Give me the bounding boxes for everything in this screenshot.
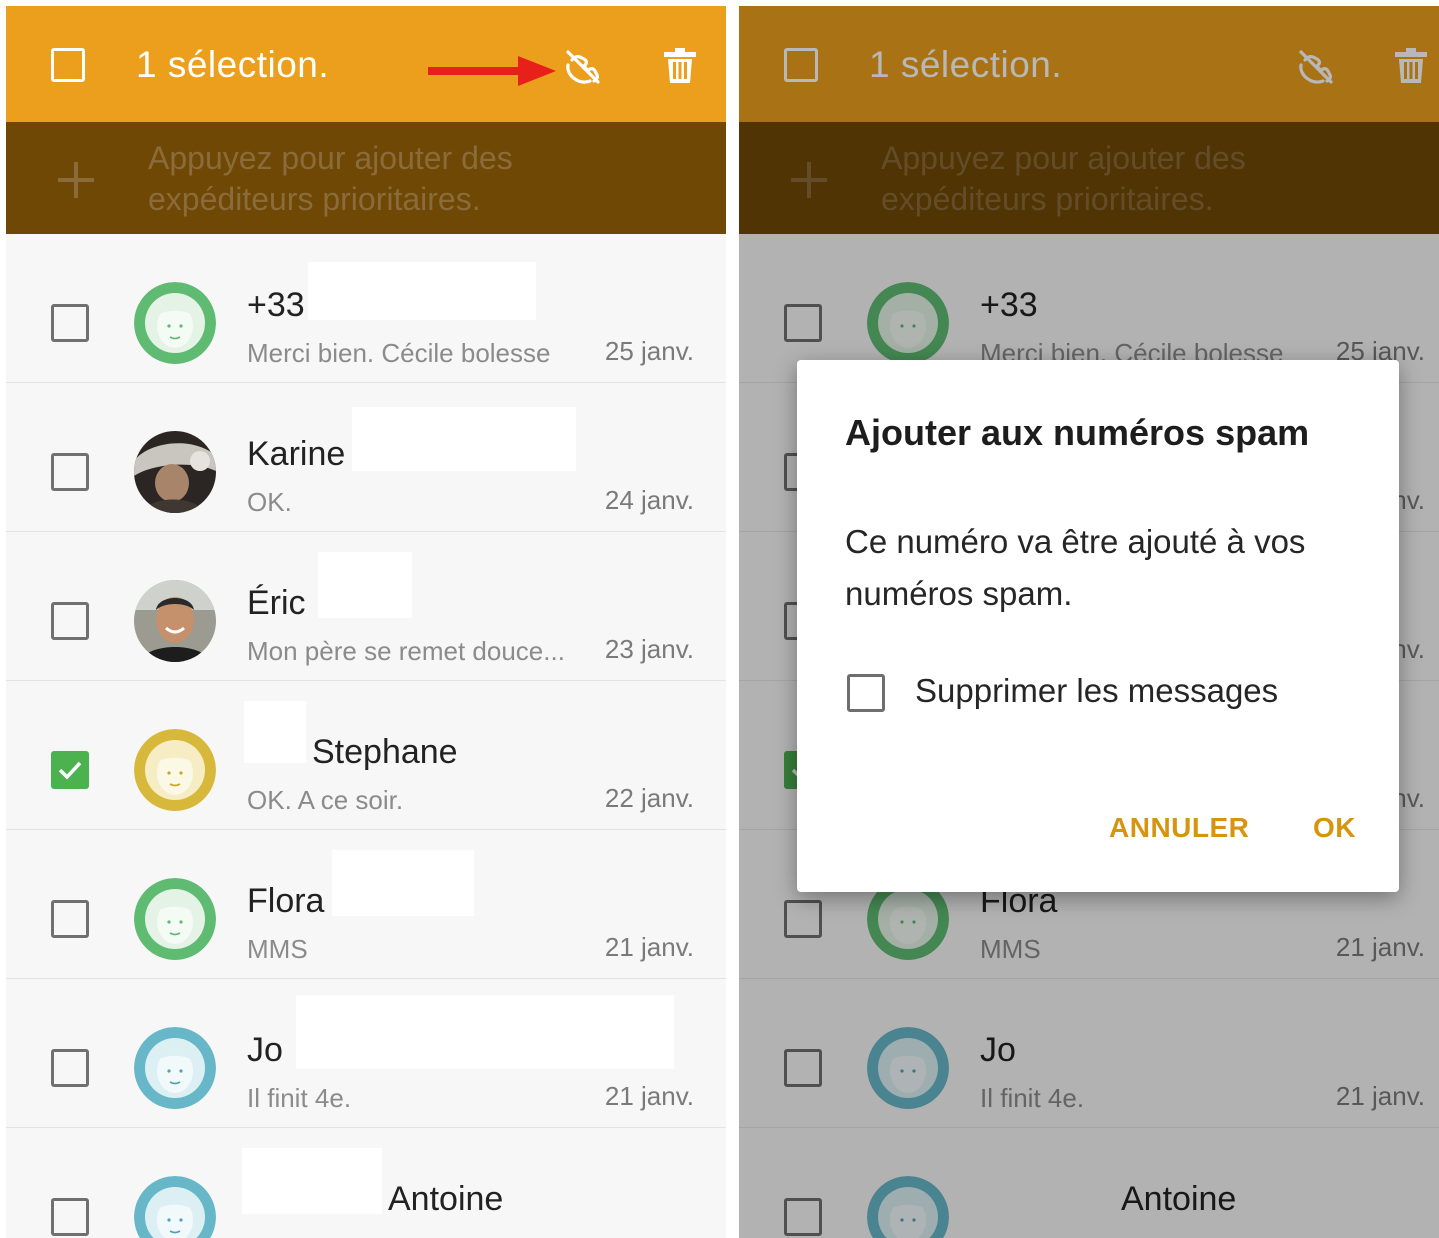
row-checkbox[interactable] [51,304,89,342]
redaction-box [318,552,412,618]
cancel-button[interactable]: ANNULER [1109,812,1249,844]
message-date: 21 janv. [604,932,694,962]
row-checkbox[interactable] [51,1198,89,1236]
trash-icon[interactable] [660,46,700,86]
row-checkbox[interactable] [51,453,89,491]
row-checkbox[interactable] [51,900,89,938]
dialog-title: Ajouter aux numéros spam [845,412,1310,453]
delete-messages-checkbox[interactable] [847,674,885,712]
redaction-box [332,850,474,916]
selection-count: 1 sélection. [136,44,330,85]
conversation-row-selected[interactable]: Stephane OK. A ce soir. 22 janv. [6,681,726,830]
conversation-row[interactable]: Antoine [6,1128,726,1238]
messages-panel-spam-dialog: 1 sélection. Appuyez pour ajouter des ex… [739,6,1439,1238]
message-preview: MMS [247,934,308,964]
message-date: 24 janv. [604,485,694,515]
message-date: 22 janv. [604,783,694,813]
redaction-box [352,407,576,471]
contact-name: Karine [247,435,346,473]
priority-senders-bar[interactable]: Appuyez pour ajouter des expéditeurs pri… [6,122,726,234]
redaction-box [242,1148,382,1214]
conversation-row[interactable]: Éric Mon père se remet douce... 23 janv. [6,532,726,681]
row-checkbox[interactable] [51,602,89,640]
green-contact-icon [134,282,216,364]
blue-contact-icon [134,1027,216,1109]
ok-button[interactable]: OK [1313,812,1356,844]
priority-senders-hint: Appuyez pour ajouter des expéditeurs pri… [148,140,513,217]
photo-avatar [134,580,216,662]
message-date: 23 janv. [604,634,694,664]
spam-dialog: Ajouter aux numéros spam Ce numéro va êt… [797,360,1399,892]
redaction-box [244,701,306,763]
contact-name: Antoine [388,1180,504,1218]
message-preview: OK. [247,487,292,517]
checkmark-icon [58,761,82,780]
contact-name: Stephane [312,733,458,771]
conversation-row[interactable]: Jo Il finit 4e. 21 janv. [6,979,726,1128]
message-preview: OK. A ce soir. [247,785,404,815]
conversation-row[interactable]: +33 Merci bien. Cécile bolesse 25 janv. [6,234,726,383]
message-date: 25 janv. [604,336,694,366]
contact-name: Éric [247,584,306,622]
contact-name: Jo [247,1031,283,1069]
plus-icon [56,160,96,200]
yellow-contact-icon [134,729,216,811]
dialog-message: Ce numéro va être ajouté à vos numéros s… [845,523,1306,612]
messages-panel-selection: 1 sélection. Appuyez pour ajouter des ex… [6,6,726,1238]
row-checkbox[interactable] [51,1049,89,1087]
photo-avatar [134,431,216,513]
red-arrow-annotation [428,54,558,88]
block-spam-icon[interactable] [562,46,602,86]
conversation-list: +33 Merci bien. Cécile bolesse 25 janv. … [6,234,726,1238]
contact-name: Flora [247,882,325,920]
conversation-row[interactable]: Karine OK. 24 janv. [6,383,726,532]
redaction-box [308,262,536,320]
message-preview: Mon père se remet douce... [247,636,565,666]
contact-name: +33 [247,286,305,324]
row-checkbox-checked[interactable] [51,751,89,789]
redaction-box [296,995,674,1069]
green-contact-icon [134,878,216,960]
select-all-checkbox[interactable] [51,48,85,82]
message-preview: Merci bien. Cécile bolesse [247,338,551,368]
blue-contact-icon [134,1176,216,1238]
message-date: 21 janv. [604,1081,694,1111]
delete-messages-label[interactable]: Supprimer les messages [915,672,1278,710]
message-preview: Il finit 4e. [247,1083,352,1113]
selection-toolbar: 1 sélection. [6,6,726,122]
conversation-row[interactable]: Flora MMS 21 janv. [6,830,726,979]
